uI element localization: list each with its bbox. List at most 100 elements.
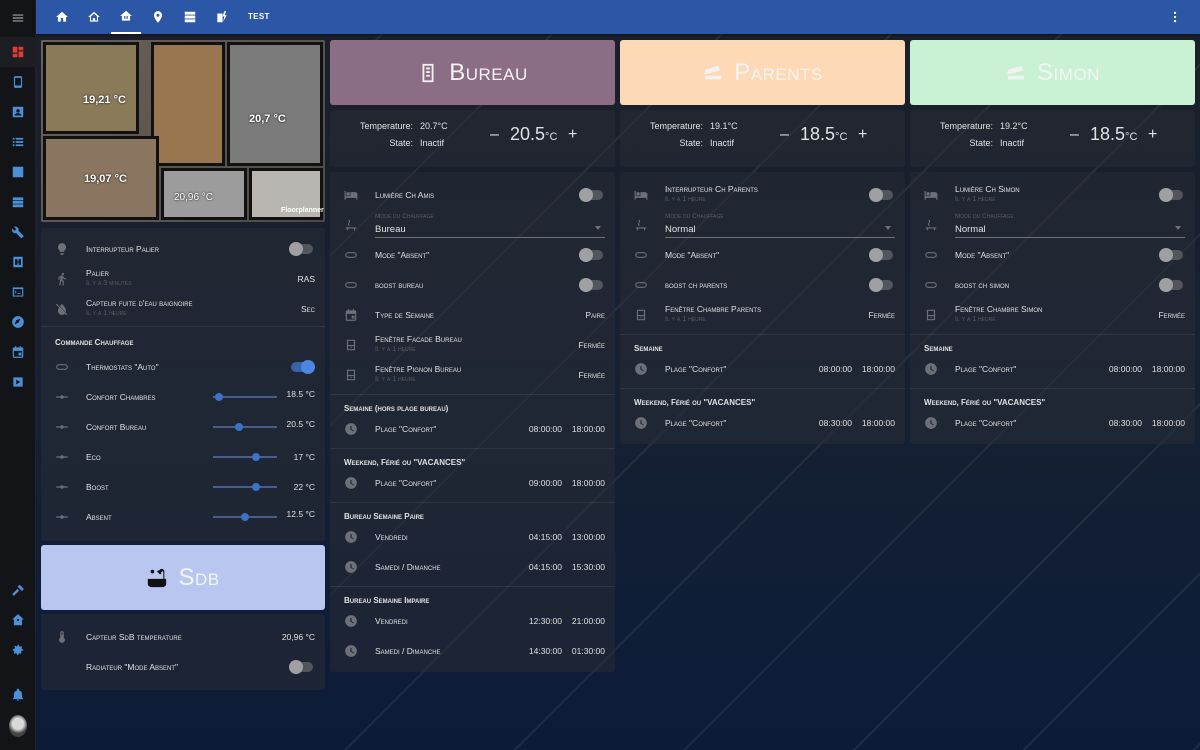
entity-row[interactable]: Fenêtre Pignon Bureau Il y a 1 heure Fer… [330, 360, 615, 390]
tab-home[interactable] [47, 0, 77, 34]
slider-label: Absent [86, 512, 112, 522]
setpoint-increase-button[interactable]: + [1148, 126, 1157, 144]
phone-icon[interactable] [0, 67, 36, 97]
eco-slider[interactable] [213, 453, 277, 461]
bell-icon[interactable] [0, 680, 36, 710]
tab-server[interactable] [175, 0, 205, 34]
calendar-icon[interactable] [0, 337, 36, 367]
confort-chambres-slider[interactable] [213, 393, 277, 401]
setpoint-increase-button[interactable]: + [568, 126, 577, 144]
boost-toggle[interactable] [869, 278, 893, 292]
setpoint-decrease-button[interactable]: – [780, 126, 789, 144]
setpoint-increase-button[interactable]: + [858, 126, 867, 144]
absent-mode-toggle[interactable] [869, 248, 893, 262]
dashboard-icon[interactable] [0, 37, 36, 67]
confort-bureau-slider[interactable] [213, 423, 277, 431]
light-row[interactable]: Interrupteur Ch Parents Il y a 1 heure [620, 180, 905, 210]
home-assistant-icon[interactable] [0, 605, 36, 635]
room-header-bureau[interactable]: Bureau [330, 40, 615, 105]
floorplan-temp-4[interactable]: 20,96 °C [174, 192, 213, 203]
bed-icon [344, 188, 358, 202]
tab-home-outline[interactable] [79, 0, 109, 34]
light-toggle[interactable] [579, 188, 603, 202]
boost-row[interactable]: boost bureau [330, 270, 615, 300]
sdb-radiator-row[interactable]: Radiateur "Mode Absent" [41, 652, 325, 682]
account-box-icon[interactable] [0, 97, 36, 127]
absent-mode-label: Mode "Absent" [955, 250, 1010, 260]
sdb-radiator-toggle[interactable] [289, 660, 313, 674]
boost-label: boost ch simon [955, 280, 1010, 290]
schedule-row[interactable]: Samedi / Dimanche 04:15:00 15:30:00 [330, 552, 615, 582]
tab-test[interactable]: TEST [248, 0, 270, 34]
menu-icon[interactable] [0, 3, 36, 33]
absent-mode-row[interactable]: Mode "Absent" [620, 240, 905, 270]
entity-row[interactable]: Fenêtre Chambre Simon Il y a 1 heure Fer… [910, 300, 1195, 330]
setpoint-decrease-button[interactable]: – [1070, 126, 1079, 144]
chart-icon[interactable] [0, 157, 36, 187]
sdb-temp-row[interactable]: Capteur SdB temperature 20,96 °C [41, 622, 325, 652]
schedule-row[interactable]: Samedi / Dimanche 14:30:00 01:30:00 [330, 636, 615, 666]
terminal-icon[interactable] [0, 277, 36, 307]
schedule-row[interactable]: Plage "Confort" 08:00:00 18:00:00 [910, 354, 1195, 384]
schedule-row[interactable]: Plage "Confort" 08:30:00 18:00:00 [910, 408, 1195, 438]
wrench-icon[interactable] [0, 217, 36, 247]
absent-mode-toggle[interactable] [579, 248, 603, 262]
light-row[interactable]: Lumière Ch Amis [330, 180, 615, 210]
room-header-simon[interactable]: Simon [910, 40, 1195, 105]
schedule-row[interactable]: Vendredi 04:15:00 13:00:00 [330, 522, 615, 552]
light-row[interactable]: Lumière Ch Simon Il y a 1 heure [910, 180, 1195, 210]
floorplan-temp-2[interactable]: 20,7 °C [249, 113, 286, 125]
schedule-row[interactable]: Plage "Confort" 08:00:00 18:00:00 [620, 354, 905, 384]
light-toggle[interactable] [1159, 188, 1183, 202]
heating-mode-select[interactable]: Mode du Chauffage Normal [665, 213, 895, 238]
settings-icon[interactable] [0, 635, 36, 665]
schedule-row[interactable]: Plage "Confort" 08:00:00 18:00:00 [330, 414, 615, 444]
entity-row[interactable]: Fenêtre Facade Bureau Il y a 1 heure Fer… [330, 330, 615, 360]
schedule-start: 04:15:00 [528, 532, 562, 542]
heating-mode-select[interactable]: Mode du Chauffage Bureau [375, 213, 605, 238]
floorplan-temp-3[interactable]: 19,07 °C [84, 173, 127, 185]
slider-knob[interactable] [252, 453, 260, 461]
leak-sensor-row[interactable]: Capteur fuite d'eau baignoire Il y a 1 h… [41, 294, 325, 324]
tab-home-heating[interactable] [111, 0, 141, 34]
slider-knob[interactable] [235, 423, 243, 431]
compass-icon[interactable] [0, 307, 36, 337]
schedule-row[interactable]: Plage "Confort" 08:30:00 18:00:00 [620, 408, 905, 438]
boost-row[interactable]: boost ch parents [620, 270, 905, 300]
absent-slider[interactable] [213, 513, 277, 521]
absent-mode-toggle[interactable] [1159, 248, 1183, 262]
palier-switch-row[interactable]: Interrupteur Palier [41, 234, 325, 264]
sdb-header[interactable]: Sdb [41, 545, 325, 610]
floorplan-temp-1[interactable]: 19,21 °C [83, 94, 126, 106]
server-icon[interactable] [0, 187, 36, 217]
light-toggle[interactable] [869, 188, 893, 202]
boost-row[interactable]: boost ch simon [910, 270, 1195, 300]
list-icon[interactable] [0, 127, 36, 157]
palier-motion-row[interactable]: Palier Il y a 3 minutes RAS [41, 264, 325, 294]
hacs-icon[interactable] [0, 247, 36, 277]
schedule-row[interactable]: Plage "Confort" 09:00:00 18:00:00 [330, 468, 615, 498]
heating-mode-select[interactable]: Mode du Chauffage Normal [955, 213, 1185, 238]
media-icon[interactable] [0, 367, 36, 397]
room-header-parents[interactable]: Parents [620, 40, 905, 105]
hammer-icon[interactable] [0, 575, 36, 605]
tab-map[interactable] [143, 0, 173, 34]
tab-flash[interactable] [207, 0, 237, 34]
palier-switch-toggle[interactable] [289, 242, 313, 256]
slider-knob[interactable] [252, 483, 260, 491]
boost-toggle[interactable] [579, 278, 603, 292]
more-vert-icon[interactable] [1168, 10, 1182, 24]
slider-knob[interactable] [215, 393, 223, 401]
schedule-row[interactable]: Vendredi 12:30:00 21:00:00 [330, 606, 615, 636]
setpoint-decrease-button[interactable]: – [490, 126, 499, 144]
absent-mode-row[interactable]: Mode "Absent" [910, 240, 1195, 270]
entity-row[interactable]: Fenêtre Chambre Parents Il y a 1 heure F… [620, 300, 905, 330]
boost-toggle[interactable] [1159, 278, 1183, 292]
slider-knob[interactable] [241, 513, 249, 521]
absent-mode-row[interactable]: Mode "Absent" [330, 240, 615, 270]
entity-row[interactable]: Type de Semaine Paire [330, 300, 615, 330]
avatar[interactable] [0, 711, 36, 741]
boost-slider[interactable] [213, 483, 277, 491]
thermostats-auto-toggle[interactable] [291, 360, 315, 374]
thermostats-auto-row[interactable]: Thermostats "Auto" [41, 352, 325, 382]
